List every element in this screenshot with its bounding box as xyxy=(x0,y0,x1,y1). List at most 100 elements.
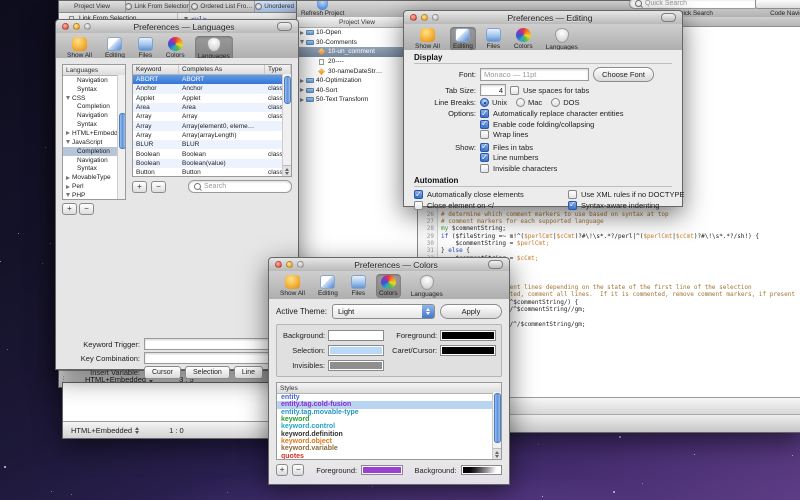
toolbar-show-all-button[interactable]: Show All xyxy=(64,36,95,60)
style-background-well[interactable] xyxy=(461,465,502,475)
keyword-table-row[interactable]: BLURBLUR xyxy=(133,140,291,149)
add-keyword-button[interactable]: + xyxy=(132,181,147,193)
radio-unix[interactable] xyxy=(480,98,489,107)
project-tree-item-30-namedatestr[interactable]: 30-nameDateStr… xyxy=(297,66,417,76)
tab-link-from-selection[interactable]: Link From Selection xyxy=(126,1,190,12)
line-button[interactable]: Line xyxy=(234,366,263,379)
keyword-table-scrollbar[interactable] xyxy=(282,74,291,176)
radio-dos[interactable] xyxy=(551,98,560,107)
keyword-table-row[interactable]: AppletAppletclass xyxy=(133,94,291,103)
languages-scrollbar[interactable] xyxy=(117,75,125,199)
style-item-keyword[interactable]: keyword xyxy=(277,416,501,423)
tab-ordered-list-fro[interactable]: Ordered List Fro… xyxy=(190,1,254,12)
style-item-keyword-control[interactable]: keyword.control xyxy=(277,423,501,430)
language-item-perl[interactable]: Perl xyxy=(63,182,125,191)
keyword-trigger-field[interactable] xyxy=(144,338,284,350)
key-combination-field[interactable] xyxy=(144,352,284,364)
minimize-button[interactable] xyxy=(421,14,428,21)
disclosure-open-icon[interactable] xyxy=(66,193,70,197)
close-button[interactable] xyxy=(275,261,282,268)
disclosure-open-icon[interactable] xyxy=(66,140,70,144)
style-item-keyword-object[interactable]: keyword.object xyxy=(277,438,501,445)
style-item-entity-tag-cold-fusion[interactable]: entity.tag.cold-fusion xyxy=(277,401,501,408)
checkbox-automatically-replace-character-entities[interactable]: ✓ xyxy=(480,109,489,118)
checkbox-invisible-characters[interactable] xyxy=(480,164,489,173)
tab-size-field[interactable]: 4 xyxy=(480,84,506,96)
project-tree-item-40-sort[interactable]: 40-Sort xyxy=(297,86,417,96)
toolbar-editing-button[interactable]: Editing xyxy=(315,274,341,298)
window-titlebar[interactable]: Preferences — Editing xyxy=(404,11,682,25)
language-popup[interactable]: HTML+Embedded xyxy=(71,426,139,435)
disclosure-closed-icon[interactable] xyxy=(66,131,70,135)
toolbar-files-button[interactable]: Files xyxy=(483,27,504,51)
keyword-table-row[interactable]: ArrayArray(arrayLength) xyxy=(133,131,291,140)
toolbar-show-all-button[interactable]: Show All xyxy=(412,27,443,51)
zoom-button[interactable] xyxy=(432,14,439,21)
active-theme-popup[interactable]: Light xyxy=(332,304,435,319)
collapse-widget[interactable] xyxy=(488,260,503,269)
keyword-table-row[interactable]: BooleanBoolean(value) xyxy=(133,159,291,168)
keyword-table-row[interactable]: ABORTABORT xyxy=(133,75,291,84)
toolbar-languages-button[interactable]: Languages xyxy=(408,274,446,299)
selection-button[interactable]: Selection xyxy=(185,366,230,379)
style-item-entity[interactable]: entity xyxy=(277,394,501,401)
styles-scrollbar[interactable] xyxy=(492,392,501,459)
keyword-table-row[interactable]: ArrayArray(element0, eleme… xyxy=(133,121,291,130)
style-foreground-well[interactable] xyxy=(361,465,402,475)
quick-search-input[interactable]: Quick Search xyxy=(629,0,759,9)
style-item-keyword-definition[interactable]: keyword.definition xyxy=(277,430,501,437)
add-style-button[interactable]: + xyxy=(276,464,288,476)
choose-font-button[interactable]: Choose Font xyxy=(593,67,654,82)
scrollbar-arrows[interactable] xyxy=(493,448,501,459)
checkbox-wrap-lines[interactable] xyxy=(480,130,489,139)
language-item-navigation[interactable]: Navigation xyxy=(63,76,125,85)
window-titlebar[interactable]: Preferences — Languages xyxy=(56,20,298,34)
zoom-button[interactable] xyxy=(297,261,304,268)
language-item-navigation[interactable]: Navigation xyxy=(63,156,125,165)
caret-cursor-well[interactable] xyxy=(440,345,496,356)
cursor-button[interactable]: Cursor xyxy=(144,366,181,379)
minimize-button[interactable] xyxy=(73,23,80,30)
project-tree-item-20[interactable]: 20---- xyxy=(297,57,417,67)
disclosure-open-icon[interactable] xyxy=(300,40,304,44)
checkbox-use-xml-rules-if-no-doctype[interactable] xyxy=(568,190,577,199)
checkbox-use-spaces-for-tabs[interactable] xyxy=(510,86,519,95)
project-tree-item-10-un-comment[interactable]: 10-un_comment xyxy=(297,47,417,57)
language-item-completion[interactable]: Completion xyxy=(63,147,125,156)
collapse-widget[interactable] xyxy=(277,22,292,31)
disclosure-closed-icon[interactable] xyxy=(300,31,304,35)
zoom-button[interactable] xyxy=(84,23,91,30)
toolbar-colors-button[interactable]: Colors xyxy=(511,27,536,51)
column-header-completes-as[interactable]: Completes As xyxy=(179,65,265,74)
toolbar-colors-button[interactable]: Colors xyxy=(163,36,188,60)
close-button[interactable] xyxy=(62,23,69,30)
project-tree-item-40-optimization[interactable]: 40-Optimization xyxy=(297,76,417,86)
invisibles-well[interactable] xyxy=(328,360,384,371)
scrollbar-arrows[interactable] xyxy=(283,165,291,176)
add-language-button[interactable]: + xyxy=(62,203,77,215)
toolbar-files-button[interactable]: Files xyxy=(135,36,156,60)
collapse-widget[interactable] xyxy=(661,13,676,22)
language-item-movabletype[interactable]: MovableType xyxy=(63,173,125,182)
language-item-syntax[interactable]: Syntax xyxy=(63,164,125,173)
checkbox-automatically-close-elements[interactable]: ✓ xyxy=(414,190,423,199)
disclosure-closed-icon[interactable] xyxy=(300,88,304,92)
checkbox-files-in-tabs[interactable]: ✓ xyxy=(480,143,489,152)
style-item-keyword-variable[interactable]: keyword.variable xyxy=(277,445,501,452)
disclosure-closed-icon[interactable] xyxy=(300,79,304,83)
checkbox-enable-code-folding-collapsing[interactable]: ✓ xyxy=(480,120,489,129)
close-button[interactable] xyxy=(410,14,417,21)
language-item-javascript[interactable]: JavaScript xyxy=(63,138,125,147)
disclosure-closed-icon[interactable] xyxy=(66,176,70,180)
toolbar-editing-button[interactable]: Editing xyxy=(450,27,476,51)
keyword-table-row[interactable]: ButtonButtonclass xyxy=(133,168,291,177)
keyword-search-input[interactable]: Search xyxy=(188,180,292,193)
language-item-navigation[interactable]: Navigation xyxy=(63,111,125,120)
language-item-syntax[interactable]: Syntax xyxy=(63,85,125,94)
remove-language-button[interactable]: − xyxy=(79,203,94,215)
checkbox-line-numbers[interactable]: ✓ xyxy=(480,153,489,162)
apply-button[interactable]: Apply xyxy=(440,304,502,319)
style-item-entity-tag-movable-type[interactable]: entity.tag.movable-type xyxy=(277,409,501,416)
remove-keyword-button[interactable]: − xyxy=(151,181,166,193)
keyword-table-row[interactable]: AnchorAnchorclass xyxy=(133,84,291,93)
